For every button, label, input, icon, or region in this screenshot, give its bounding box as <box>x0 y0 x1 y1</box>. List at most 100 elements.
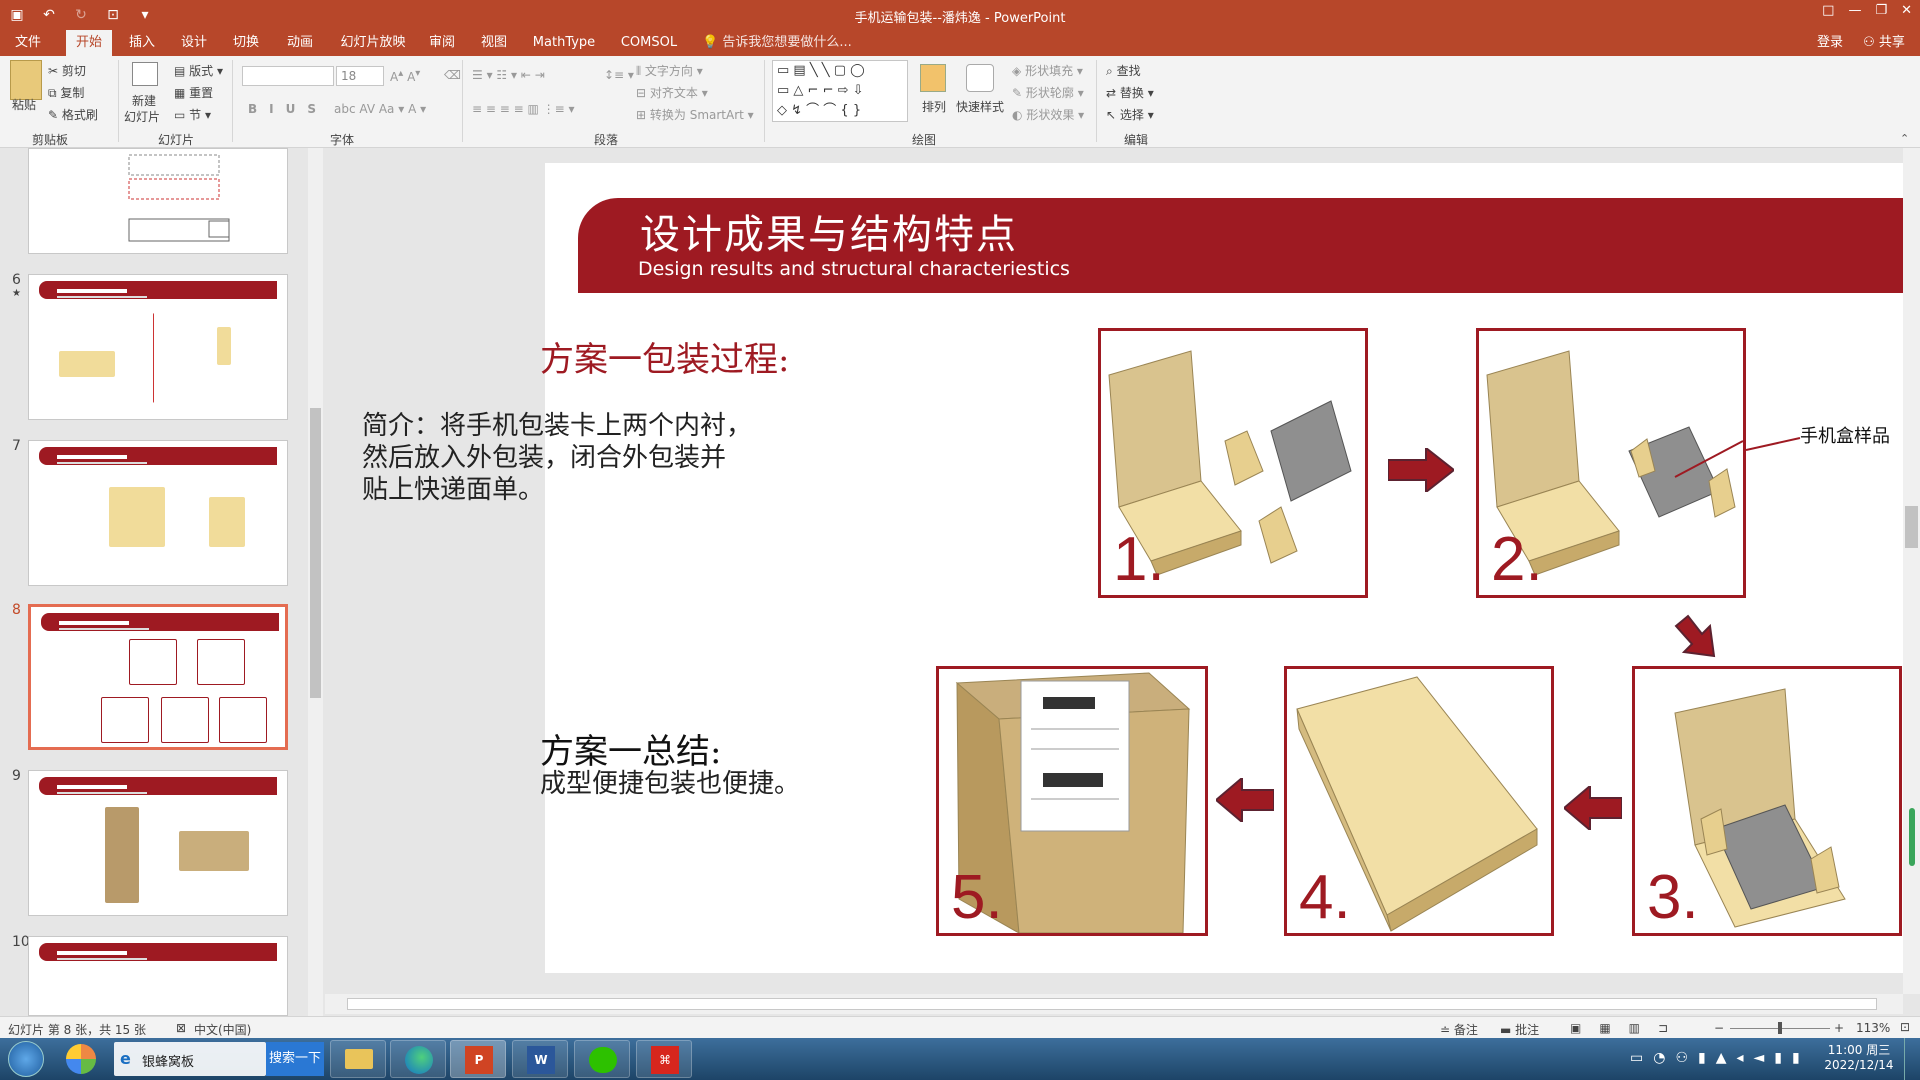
tab-insert[interactable]: 插入 <box>122 30 162 56</box>
scrollbar-thumb[interactable] <box>347 998 1877 1010</box>
clear-format-icon[interactable]: ⌫ <box>444 68 461 82</box>
slide-thumbnail[interactable] <box>28 148 288 254</box>
acrobat-icon[interactable]: ⌘ <box>636 1040 692 1078</box>
zoom-level[interactable]: 113% <box>1856 1021 1890 1035</box>
quick-styles-label[interactable]: 快速样式 <box>956 98 1004 115</box>
replace-button[interactable]: ⇄ 替换 ▾ <box>1106 84 1154 101</box>
start-button[interactable] <box>8 1041 44 1077</box>
slide-thumbnail[interactable] <box>28 936 288 1016</box>
paste-label[interactable]: 粘贴 <box>12 96 36 113</box>
tab-comsol[interactable]: COMSOL <box>612 30 686 56</box>
tell-me-search[interactable]: 💡 告诉我您想要做什么... <box>702 30 852 56</box>
shape-fill-button[interactable]: ◈ 形状填充 ▾ <box>1012 62 1083 79</box>
tab-mathtype[interactable]: MathType <box>528 30 600 56</box>
align-buttons[interactable]: ≡ ≡ ≡ ≡ ▥ ⋮≡ ▾ <box>472 102 575 116</box>
restore-button[interactable]: ❐ <box>1875 3 1887 18</box>
tab-file[interactable]: 文件 <box>8 30 48 56</box>
clock[interactable]: 11:00 周三 2022/12/14 <box>1824 1041 1894 1072</box>
ie-tab[interactable]: e 银蜂窝板 <box>114 1042 266 1076</box>
slide-title[interactable]: 设计成果与结构特点 <box>640 202 1018 260</box>
wechat-icon[interactable] <box>574 1040 630 1078</box>
find-button[interactable]: ⌕ 查找 <box>1106 62 1141 79</box>
step-5-image[interactable]: 5. <box>936 666 1208 936</box>
font-size-field[interactable]: 18 <box>336 66 384 86</box>
powerpoint-icon[interactable]: P <box>450 1040 506 1078</box>
zoom-out-button[interactable]: − <box>1714 1021 1724 1035</box>
login-link[interactable]: 登录 <box>1810 30 1850 56</box>
comments-button[interactable]: ▬ 批注 <box>1500 1021 1539 1038</box>
fit-slide-icon[interactable]: ⊡ <box>1900 1020 1910 1034</box>
font-name-field[interactable] <box>242 66 334 86</box>
slide-scrollbar[interactable] <box>1903 148 1920 994</box>
step-1-image[interactable]: 1. <box>1098 328 1368 598</box>
arrange-icon[interactable] <box>920 64 946 92</box>
format-painter-button[interactable]: ✎ 格式刷 <box>48 106 98 123</box>
shape-effects-button[interactable]: ◐ 形状效果 ▾ <box>1012 106 1084 123</box>
font-size-grow-icon[interactable]: A▴ A▾ <box>390 68 420 84</box>
language-indicator[interactable]: 中文(中国) <box>194 1021 251 1038</box>
slide-subtitle[interactable]: Design results and structural characteri… <box>638 258 1070 280</box>
new-slide-icon[interactable] <box>132 62 158 86</box>
zoom-slider-thumb[interactable] <box>1778 1022 1782 1034</box>
word-icon[interactable]: W <box>512 1040 568 1078</box>
tab-home[interactable]: 开始 <box>66 30 112 56</box>
collapse-ribbon-icon[interactable]: ⌃ <box>1900 132 1909 145</box>
callout-label[interactable]: 手机盒样品 <box>1800 422 1890 448</box>
line-spacing-icon[interactable]: ↕≡ ▾ <box>604 68 634 82</box>
app-icon[interactable] <box>66 1044 96 1074</box>
convert-smartart-button[interactable]: ⊞ 转换为 SmartArt ▾ <box>636 106 754 123</box>
view-buttons[interactable]: ▣▦▥⊐ <box>1570 1021 1686 1035</box>
paste-icon[interactable] <box>10 60 42 100</box>
new-slide-label[interactable]: 新建 <box>132 92 156 109</box>
shape-outline-button[interactable]: ✎ 形状轮廓 ▾ <box>1012 84 1084 101</box>
layout-button[interactable]: ▤ 版式 ▾ <box>174 62 223 79</box>
select-button[interactable]: ↖ 选择 ▾ <box>1106 106 1154 123</box>
cut-button[interactable]: ✂ 剪切 <box>48 62 86 79</box>
spellcheck-icon[interactable]: ⊠ <box>176 1021 186 1035</box>
process-heading[interactable]: 方案一包装过程: <box>540 332 789 381</box>
edge-icon[interactable] <box>390 1040 446 1078</box>
slide-thumbnail[interactable] <box>28 274 288 420</box>
tab-slideshow[interactable]: 幻灯片放映 <box>336 30 410 56</box>
tab-design[interactable]: 设计 <box>174 30 214 56</box>
copy-button[interactable]: ⧉ 复制 <box>48 84 84 101</box>
share-button[interactable]: ⚇ 共享 <box>1856 30 1912 56</box>
slide-thumbnail[interactable] <box>28 770 288 916</box>
step-4-image[interactable]: 4. <box>1284 666 1554 936</box>
tab-review[interactable]: 审阅 <box>422 30 462 56</box>
section-button[interactable]: ▭ 节 ▾ <box>174 106 211 123</box>
font-style-buttons[interactable]: BIUS <box>248 102 328 116</box>
slide-thumbnail-selected[interactable] <box>28 604 288 750</box>
text-direction-button[interactable]: ⫴ 文字方向 ▾ <box>636 62 703 79</box>
ribbon-display-button[interactable]: □ <box>1822 3 1834 18</box>
font-extra-buttons[interactable]: abc AV Aa ▾ A ▾ <box>334 102 426 116</box>
step-2-image[interactable]: 2. <box>1476 328 1746 598</box>
tray-icons[interactable]: ▭◔⚇▮▲◂◄▮▮ <box>1630 1050 1810 1066</box>
minimize-button[interactable]: — <box>1848 3 1861 18</box>
file-explorer-icon[interactable] <box>330 1040 386 1078</box>
step-3-image[interactable]: 3. <box>1632 666 1902 936</box>
summary-text[interactable]: 成型便捷包装也便捷。 <box>540 768 800 800</box>
quick-styles-icon[interactable] <box>966 64 994 92</box>
slide-thumbnail[interactable] <box>28 440 288 586</box>
list-buttons[interactable]: ☰ ▾ ☷ ▾ ⇤ ⇥ <box>472 68 545 82</box>
scrollbar-thumb[interactable] <box>1905 506 1918 548</box>
arrange-label[interactable]: 排列 <box>922 98 946 115</box>
summary-heading[interactable]: 方案一总结: <box>540 724 721 773</box>
new-slide-label2[interactable]: 幻灯片 <box>124 108 160 125</box>
scrollbar-thumb[interactable] <box>310 408 321 698</box>
reset-button[interactable]: ▦ 重置 <box>174 84 213 101</box>
align-text-button[interactable]: ⊟ 对齐文本 ▾ <box>636 84 708 101</box>
close-button[interactable]: ✕ <box>1901 3 1912 18</box>
tab-animations[interactable]: 动画 <box>280 30 320 56</box>
tab-transitions[interactable]: 切换 <box>226 30 266 56</box>
shapes-gallery[interactable]: ▭ ▤ ╲ ╲ ▢ ◯ ▭ △ ⌐ ⌐ ⇨ ⇩ ◇ ↯ ⌒ ⌒ { } <box>772 60 908 122</box>
tab-view[interactable]: 视图 <box>474 30 514 56</box>
search-button[interactable]: 搜索一下 <box>266 1042 324 1076</box>
show-desktop-button[interactable] <box>1904 1038 1918 1080</box>
notes-button[interactable]: ≐ 备注 <box>1440 1021 1478 1038</box>
zoom-in-button[interactable]: + <box>1834 1021 1844 1035</box>
horizontal-scrollbar[interactable] <box>325 994 1903 1014</box>
intro-text[interactable]: 简介：将手机包装卡上两个内衬， 然后放入外包装，闭合外包装并 贴上快递面单。 <box>362 410 752 506</box>
thumbnail-scrollbar[interactable] <box>308 148 323 1016</box>
